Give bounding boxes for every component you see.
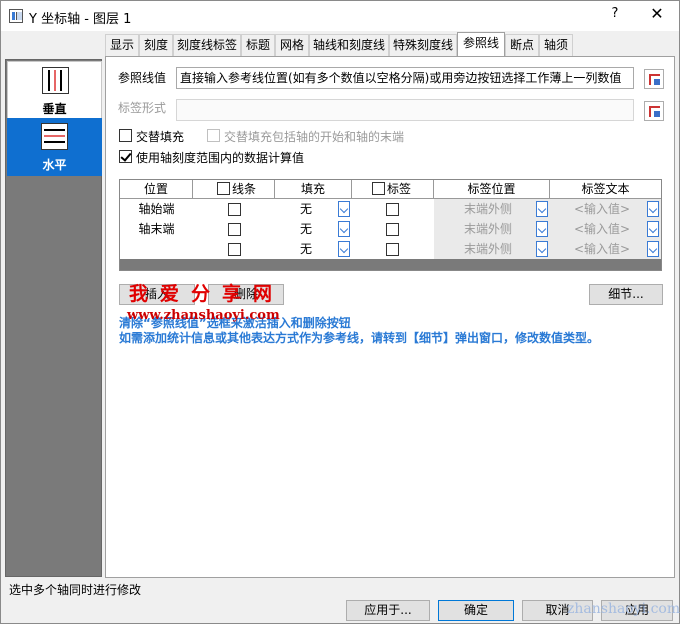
table-scrollbar[interactable] — [120, 259, 661, 270]
position-cell[interactable]: 轴始端 — [120, 199, 193, 219]
alt-fill-include-checkbox[interactable] — [207, 129, 220, 142]
label-position-cell[interactable]: 末端外侧 — [434, 199, 550, 219]
watermark-corner: zhanshaoyi.com — [567, 601, 680, 617]
label-position-dropdown-icon[interactable] — [536, 221, 548, 237]
label-text-cell[interactable]: <输入值> — [550, 239, 661, 259]
col-header-label-position: 标签位置 — [434, 180, 550, 199]
watermark-url: www.zhanshaoyi.com — [127, 308, 280, 323]
label-text-cell[interactable]: <输入值> — [550, 219, 661, 239]
app-icon — [9, 9, 23, 23]
tab-scale[interactable]: 刻度 — [139, 34, 173, 56]
reference-lines-table: 位置 线条 填充 标签 标签位置 标签文本 轴始端 无 末端外侧 <输入值> 轴… — [119, 179, 662, 271]
alt-fill-label: 交替填充 — [136, 130, 185, 144]
label-format-picker-icon[interactable] — [644, 101, 664, 121]
axis-sidebar: 垂直 水平 — [5, 59, 102, 577]
use-tick-range-checkbox[interactable] — [119, 150, 132, 163]
line-checkbox[interactable] — [228, 203, 241, 216]
tab-tick-labels[interactable]: 刻度线标签 — [173, 34, 241, 56]
alt-fill-include-label: 交替填充包括轴的开始和轴的末端 — [224, 130, 405, 144]
label-checkbox[interactable] — [386, 243, 399, 256]
line-all-checkbox[interactable] — [217, 182, 230, 195]
sidebar-item-horizontal[interactable]: 水平 — [7, 118, 102, 176]
label-text-dropdown-icon[interactable] — [647, 201, 659, 217]
fill-cell[interactable]: 无 — [300, 239, 312, 259]
col-header-line-label: 线条 — [232, 182, 257, 196]
label-position-dropdown-icon[interactable] — [536, 201, 548, 217]
label-position-dropdown-icon[interactable] — [536, 241, 548, 257]
line-checkbox[interactable] — [228, 223, 241, 236]
fill-dropdown-icon[interactable] — [338, 201, 350, 217]
line-checkbox[interactable] — [228, 243, 241, 256]
ok-button[interactable]: 确定 — [438, 600, 514, 621]
vertical-axis-icon — [42, 67, 69, 94]
col-header-label-text: 标签文本 — [550, 180, 661, 199]
reference-value-label: 参照线值 — [118, 71, 167, 85]
tab-grid[interactable]: 网格 — [275, 34, 309, 56]
window-title: Y 坐标轴 - 图层 1 — [29, 12, 132, 27]
alt-fill-checkbox[interactable] — [119, 129, 132, 142]
label-position-cell[interactable]: 末端外侧 — [434, 239, 550, 259]
reference-value-input[interactable]: 直接输入参考线位置(如有多个数值以空格分隔)或用旁边按钮选择工作薄上一列数值 — [176, 67, 634, 89]
label-checkbox[interactable] — [386, 223, 399, 236]
horizontal-axis-icon — [41, 123, 68, 150]
sidebar-item-vertical[interactable]: 垂直 — [7, 61, 102, 119]
label-text-dropdown-icon[interactable] — [647, 241, 659, 257]
tab-rug[interactable]: 轴须 — [539, 34, 573, 56]
use-tick-range-label: 使用轴刻度范围内的数据计算值 — [136, 151, 305, 165]
help-button[interactable]: ? — [605, 6, 625, 26]
sidebar-label-horizontal: 水平 — [42, 158, 67, 172]
label-format-label: 标签形式 — [118, 101, 167, 115]
label-checkbox[interactable] — [386, 203, 399, 216]
fill-dropdown-icon[interactable] — [338, 241, 350, 257]
tab-breaks[interactable]: 断点 — [505, 34, 539, 56]
label-position-cell[interactable]: 末端外侧 — [434, 219, 550, 239]
col-header-label: 标签 — [352, 180, 434, 199]
position-cell[interactable]: 轴末端 — [120, 219, 193, 239]
fill-cell[interactable]: 无 — [300, 199, 312, 219]
tab-title[interactable]: 标题 — [241, 34, 275, 56]
hint-line-2: 如需添加统计信息或其他表达方式作为参考线，请转到【细节】弹出窗口，修改数值类型。 — [119, 331, 600, 345]
col-header-position: 位置 — [120, 180, 193, 199]
title-bar: Y 坐标轴 - 图层 1 ? ✕ — [1, 1, 679, 31]
select-column-icon[interactable] — [644, 69, 664, 89]
sidebar-label-vertical: 垂直 — [42, 102, 67, 116]
label-text-cell[interactable]: <输入值> — [550, 199, 661, 219]
watermark-text: 我爱分享网 — [129, 283, 285, 305]
tab-special-ticks[interactable]: 特殊刻度线 — [389, 34, 457, 56]
label-all-checkbox[interactable] — [372, 182, 385, 195]
status-text: 选中多个轴同时进行修改 — [9, 583, 142, 597]
col-header-fill: 填充 — [275, 180, 352, 199]
col-header-line: 线条 — [193, 180, 275, 199]
close-button[interactable]: ✕ — [645, 4, 669, 26]
axis-dialog: Y 坐标轴 - 图层 1 ? ✕ 显示 刻度 刻度线标签 标题 网格 轴线和刻度… — [0, 0, 680, 624]
label-format-input[interactable] — [176, 99, 634, 121]
tab-display[interactable]: 显示 — [105, 34, 139, 56]
fill-dropdown-icon[interactable] — [338, 221, 350, 237]
tab-reference-lines[interactable]: 参照线 — [457, 32, 505, 56]
apply-to-button[interactable]: 应用于... — [346, 600, 430, 621]
col-header-label-label: 标签 — [387, 182, 412, 196]
label-text-dropdown-icon[interactable] — [647, 221, 659, 237]
tab-axis-lines-ticks[interactable]: 轴线和刻度线 — [309, 34, 389, 56]
detail-button[interactable]: 细节... — [589, 284, 663, 305]
fill-cell[interactable]: 无 — [300, 219, 312, 239]
position-cell[interactable] — [120, 239, 193, 259]
